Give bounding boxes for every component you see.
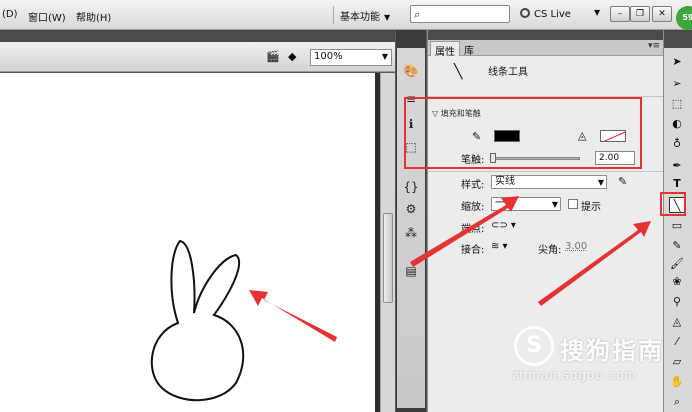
subselection-icon[interactable]: ➢	[669, 76, 685, 92]
close-button[interactable]: ✕	[652, 6, 672, 22]
menu-bar: (D) 窗口(W) 帮助(H) 基本功能 ▼ ⌕ CS Live ▼ – ❐ ✕ …	[0, 0, 692, 30]
cs-live-icon	[520, 8, 530, 18]
tool-name: 线条工具	[488, 67, 528, 78]
style-select[interactable]: 实线 ▼	[491, 175, 607, 189]
annotation-box-fill-stroke	[404, 97, 642, 169]
status-badge: 59	[676, 6, 692, 30]
style-label: 样式:	[461, 180, 485, 191]
scale-value: 一般	[495, 198, 515, 209]
rabbit-drawing[interactable]	[140, 233, 260, 412]
scale-select[interactable]: 一般 ▼	[491, 197, 561, 211]
menu-help[interactable]: 帮助(H)	[76, 9, 111, 24]
3d-rotation-icon[interactable]: ◐	[669, 116, 685, 132]
tab-properties[interactable]: 属性	[430, 41, 460, 58]
lasso-icon[interactable]: ♁	[669, 136, 685, 152]
join-label: 接合:	[461, 245, 485, 256]
divider	[428, 171, 664, 172]
workspace-label: 基本功能	[340, 12, 380, 23]
eyedropper-icon[interactable]: ⁄	[669, 334, 685, 350]
vertical-scrollbar[interactable]	[380, 73, 395, 412]
search-input[interactable]: ⌕	[410, 5, 510, 23]
flash-window: (D) 窗口(W) 帮助(H) 基本功能 ▼ ⌕ CS Live ▼ – ❐ ✕ …	[0, 0, 692, 412]
miter-label: 尖角:	[538, 245, 562, 256]
watermark-text: 搜狗指南	[560, 337, 664, 365]
tools-header	[664, 30, 692, 48]
color-panel-icon[interactable]: 🎨	[402, 62, 420, 80]
edit-stroke-style-icon[interactable]: ✎	[618, 175, 627, 188]
annotation-box-line-tool	[660, 192, 686, 216]
chevron-down-icon: ▼	[597, 178, 604, 187]
hand-icon[interactable]: ✋	[669, 374, 685, 390]
search-icon: ⌕	[414, 8, 421, 21]
bone-icon[interactable]: ⚲	[669, 294, 685, 310]
edit-scene-icon[interactable]: 🎬	[266, 50, 282, 64]
panel-menu-icon[interactable]: ▾≡	[648, 41, 660, 51]
menu-window[interactable]: 窗口(W)	[28, 9, 66, 24]
cap-label: 端点:	[461, 224, 485, 235]
cap-select[interactable]: ⊂⊃ ▾	[491, 220, 516, 231]
tab-library[interactable]: 库	[460, 41, 478, 57]
edit-symbol-icon[interactable]: ◆	[288, 50, 304, 64]
chevron-down-icon: ▼	[384, 13, 391, 22]
zoom-value: 100%	[314, 51, 343, 62]
stage-canvas[interactable]	[0, 73, 380, 412]
chevron-down-icon: ▼	[381, 52, 388, 61]
line-tool-icon: ╲	[454, 64, 463, 80]
workspace-switcher[interactable]: 基本功能 ▼	[333, 6, 396, 24]
document-tab-strip	[0, 30, 395, 42]
cs-live-label: CS Live	[534, 9, 571, 20]
panel-header	[428, 30, 664, 40]
style-value: 实线	[495, 176, 515, 187]
chevron-down-icon: ▼	[551, 200, 558, 209]
brush-icon[interactable]: 🖌	[669, 256, 685, 272]
edit-bar: 🎬 ◆ 100% ▼	[0, 42, 395, 72]
minimize-button[interactable]: –	[610, 6, 630, 22]
selection-icon[interactable]: ➤	[669, 54, 685, 70]
paint-bucket-icon[interactable]: ◬	[669, 314, 685, 330]
rectangle-icon[interactable]: ▭	[669, 218, 685, 234]
text-icon[interactable]: T	[669, 176, 685, 192]
pencil-icon[interactable]: ✎	[669, 238, 685, 254]
hint-checkbox[interactable]	[568, 199, 578, 209]
free-transform-icon[interactable]: ⬚	[669, 96, 685, 112]
pen-icon[interactable]: ✒	[669, 158, 685, 174]
scale-label: 缩放:	[461, 202, 485, 213]
zoom-select[interactable]: 100% ▼	[310, 49, 392, 66]
menu-debug[interactable]: (D)	[2, 9, 18, 20]
deco-icon[interactable]: ❀	[669, 274, 685, 290]
sogou-logo: S	[514, 326, 554, 366]
hint-label: 提示	[581, 202, 601, 213]
chevron-down-icon[interactable]: ▼	[594, 8, 600, 17]
watermark-url: zhinan.sogou.com	[512, 368, 638, 382]
restore-button[interactable]: ❐	[630, 6, 650, 22]
history-panel-icon[interactable]: ▤	[402, 262, 420, 280]
panel-tabs: 属性 库 ▾≡	[428, 40, 664, 58]
scrollbar-thumb[interactable]	[383, 213, 393, 303]
miter-value[interactable]: 3.00	[565, 241, 587, 252]
eraser-icon[interactable]: ▱	[669, 354, 685, 370]
components-icon[interactable]: ⚙	[402, 200, 420, 218]
motion-presets-icon[interactable]: ⁂	[402, 224, 420, 242]
zoom-icon[interactable]: ⌕	[669, 394, 685, 410]
cs-live-button[interactable]: CS Live	[520, 8, 571, 20]
code-snippets-icon[interactable]: {}	[402, 178, 420, 196]
join-select[interactable]: ≋ ▾	[491, 241, 508, 252]
